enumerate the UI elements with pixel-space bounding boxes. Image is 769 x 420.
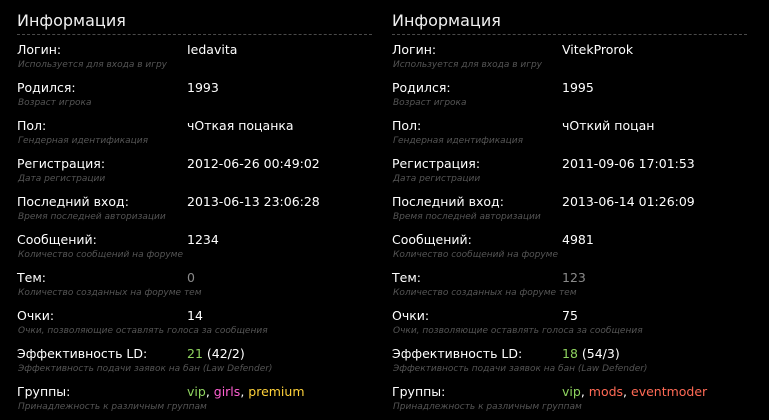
profiles-comparison: Информация Логин: Используется для входа… <box>0 0 769 420</box>
field-value: 1993 <box>187 80 219 95</box>
field-hint: Количество сообщений на форуме <box>393 250 559 260</box>
row-groups: Группы: Принадлежность к различным групп… <box>17 377 377 415</box>
row-ld-efficiency: Эффективность LD: Эффективность подачи з… <box>17 339 377 377</box>
field-value: 2013-06-14 01:26:09 <box>562 194 695 209</box>
field-value: 2012-06-26 00:49:02 <box>187 156 320 171</box>
field-label: Сообщений: <box>392 232 472 247</box>
row-registration: Регистрация: Дата регистрации 2012-06-26… <box>17 149 377 187</box>
field-value: 14 <box>187 308 203 323</box>
field-value: 123 <box>562 270 586 285</box>
row-born: Родился: Возраст игрока 1995 <box>392 73 752 111</box>
panel-title: Информация <box>17 11 126 30</box>
row-topics: Тем: Количество созданных на форуме тем … <box>392 263 752 301</box>
row-last-login: Последний вход: Время последней авториза… <box>17 187 377 225</box>
separator: , <box>580 384 589 399</box>
field-label: Очки: <box>17 308 55 323</box>
field-hint: Используется для входа в игру <box>393 60 543 70</box>
profile-panel-right: Информация Логин: Используется для входа… <box>392 0 752 415</box>
field-hint: Эффективность подачи заявок на бан (Law … <box>18 364 273 374</box>
field-hint: Гендерная идентификация <box>18 136 149 146</box>
field-value: 75 <box>562 308 578 323</box>
field-hint: Время последней авторизации <box>393 212 541 222</box>
field-hint: Принадлежность к различным группам <box>393 402 582 412</box>
profile-panel-left: Информация Логин: Используется для входа… <box>17 0 377 415</box>
row-registration: Регистрация: Дата регистрации 2011-09-06… <box>392 149 752 187</box>
field-value: VitekProrok <box>562 42 634 57</box>
field-value: 1995 <box>562 80 594 95</box>
field-hint: Гендерная идентификация <box>393 136 524 146</box>
field-hint: Очки, позволяющие оставлять голоса за со… <box>393 326 643 336</box>
row-login: Логин: Используется для входа в игру Ied… <box>17 35 377 73</box>
field-label: Логин: <box>392 42 437 57</box>
field-hint: Принадлежность к различным группам <box>18 402 207 412</box>
row-messages: Сообщений: Количество сообщений на форум… <box>17 225 377 263</box>
field-hint: Используется для входа в игру <box>18 60 168 70</box>
field-hint: Количество сообщений на форуме <box>18 250 184 260</box>
field-hint: Дата регистрации <box>393 174 481 184</box>
field-label: Очки: <box>392 308 430 323</box>
ld-ratio: (54/3) <box>577 346 620 361</box>
separator: , <box>205 384 214 399</box>
row-login: Логин: Используется для входа в игру Vit… <box>392 35 752 73</box>
field-hint: Очки, позволяющие оставлять голоса за со… <box>18 326 268 336</box>
field-label: Регистрация: <box>392 156 481 171</box>
group-link-premium[interactable]: premium <box>248 384 304 399</box>
field-value: 21 (42/2) <box>187 346 245 361</box>
field-value: 2011-09-06 17:01:53 <box>562 156 695 171</box>
field-label: Группы: <box>392 384 446 399</box>
field-label: Эффективность LD: <box>17 346 148 361</box>
panel-title: Информация <box>392 11 501 30</box>
field-value: vip, girls, premium <box>187 384 305 399</box>
row-gender: Пол: Гендерная идентификация чОткий поца… <box>392 111 752 149</box>
field-hint: Время последней авторизации <box>18 212 166 222</box>
row-topics: Тем: Количество созданных на форуме тем … <box>17 263 377 301</box>
field-value: чОткая поцанка <box>187 118 294 133</box>
field-value: Iedavita <box>187 42 238 57</box>
field-value: 4981 <box>562 232 594 247</box>
field-label: Последний вход: <box>17 194 129 209</box>
row-points: Очки: Очки, позволяющие оставлять голоса… <box>392 301 752 339</box>
field-hint: Эффективность подачи заявок на бан (Law … <box>393 364 648 374</box>
ld-score: 18 <box>562 346 578 361</box>
ld-score: 21 <box>187 346 203 361</box>
field-label: Сообщений: <box>17 232 97 247</box>
ld-ratio: (42/2) <box>202 346 245 361</box>
field-label: Родился: <box>17 80 76 95</box>
row-last-login: Последний вход: Время последней авториза… <box>392 187 752 225</box>
row-gender: Пол: Гендерная идентификация чОткая поца… <box>17 111 377 149</box>
field-hint: Количество созданных на форуме тем <box>393 288 577 298</box>
field-value: 2013-06-13 23:06:28 <box>187 194 320 209</box>
field-value: 0 <box>187 270 195 285</box>
field-label: Родился: <box>392 80 451 95</box>
row-ld-efficiency: Эффективность LD: Эффективность подачи з… <box>392 339 752 377</box>
field-label: Последний вход: <box>392 194 504 209</box>
field-hint: Количество созданных на форуме тем <box>18 288 202 298</box>
field-label: Пол: <box>392 118 422 133</box>
field-value: 1234 <box>187 232 219 247</box>
field-label: Эффективность LD: <box>392 346 523 361</box>
field-label: Тем: <box>392 270 421 285</box>
field-label: Пол: <box>17 118 47 133</box>
group-link-eventmoder[interactable]: eventmoder <box>631 384 707 399</box>
row-groups: Группы: Принадлежность к различным групп… <box>392 377 752 415</box>
row-messages: Сообщений: Количество сообщений на форум… <box>392 225 752 263</box>
field-label: Тем: <box>17 270 46 285</box>
group-link-girls[interactable]: girls <box>214 384 241 399</box>
row-points: Очки: Очки, позволяющие оставлять голоса… <box>17 301 377 339</box>
field-hint: Дата регистрации <box>18 174 106 184</box>
field-hint: Возраст игрока <box>393 98 467 108</box>
group-link-vip[interactable]: vip <box>187 384 206 399</box>
field-hint: Возраст игрока <box>18 98 92 108</box>
field-label: Регистрация: <box>17 156 106 171</box>
field-value: vip, mods, eventmoder <box>562 384 707 399</box>
group-link-vip[interactable]: vip <box>562 384 581 399</box>
row-born: Родился: Возраст игрока 1993 <box>17 73 377 111</box>
field-value: чОткий поцан <box>562 118 655 133</box>
separator: , <box>623 384 631 399</box>
field-label: Группы: <box>17 384 71 399</box>
field-label: Логин: <box>17 42 62 57</box>
field-value: 18 (54/3) <box>562 346 620 361</box>
group-link-mods[interactable]: mods <box>589 384 623 399</box>
